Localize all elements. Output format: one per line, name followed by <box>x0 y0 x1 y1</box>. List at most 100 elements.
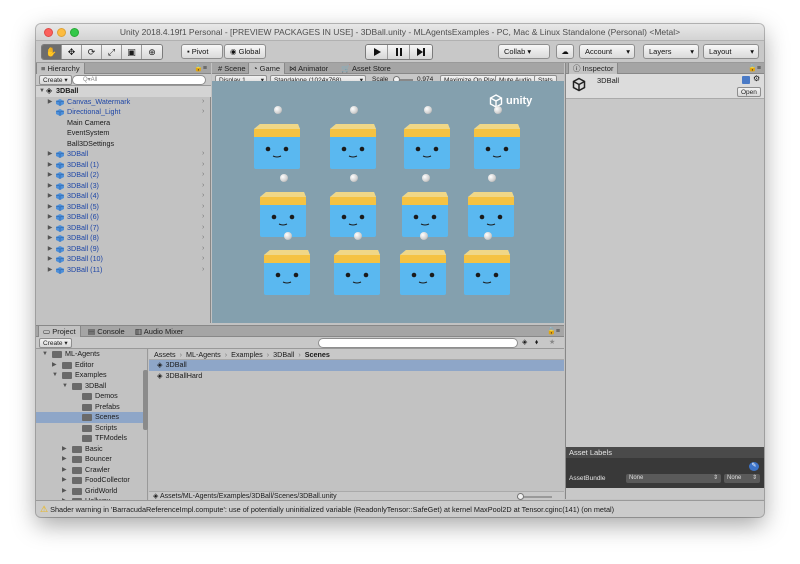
pivot-toggle[interactable]: ▪ Pivot <box>181 44 223 59</box>
panel-menu-icon[interactable]: 🔒≡ <box>748 63 761 74</box>
hierarchy-item[interactable]: ▶ 3DBall (11) › <box>36 265 211 276</box>
prefab-open-chevron-icon[interactable]: › <box>202 254 204 265</box>
expand-arrow-icon[interactable]: ▶ <box>62 475 67 486</box>
minimize-window-button[interactable] <box>57 28 66 37</box>
cloud-icon[interactable]: ☁ <box>556 44 574 59</box>
create-dropdown[interactable]: Create ▾ <box>39 75 72 85</box>
expand-arrow-icon[interactable]: ▶ <box>46 254 54 265</box>
hierarchy-item[interactable]: Main Camera <box>36 118 211 129</box>
prefab-open-chevron-icon[interactable]: › <box>202 170 204 181</box>
breadcrumb-item[interactable]: ML-Agents <box>186 350 221 359</box>
tab-game[interactable]: ◔ Game <box>248 63 286 74</box>
expand-arrow-icon[interactable]: ▼ <box>62 381 68 392</box>
filter-label-icon[interactable]: ⬧ <box>535 337 538 348</box>
hierarchy-item[interactable]: ▶ 3DBall (2) › <box>36 170 211 181</box>
scene-file-item[interactable]: ◈ 3DBall <box>149 360 564 371</box>
account-dropdown[interactable]: Account ▾ <box>579 44 635 59</box>
expand-arrow-icon[interactable]: ▶ <box>62 444 67 455</box>
rect-tool-icon[interactable]: ▣ <box>122 45 142 59</box>
expand-arrow-icon[interactable]: ▼ <box>42 349 48 360</box>
status-bar[interactable]: ⚠ Shader warning in 'BarracudaReferenceI… <box>36 500 764 517</box>
prefab-open-chevron-icon[interactable]: › <box>202 265 204 276</box>
expand-arrow-icon[interactable]: ▼ <box>38 86 46 97</box>
hierarchy-item[interactable]: ▶ Canvas_Watermark › <box>36 97 211 108</box>
panel-menu-icon[interactable]: 🔒≡ <box>547 326 560 337</box>
expand-arrow-icon[interactable]: ▶ <box>62 465 67 476</box>
expand-arrow-icon[interactable]: ▶ <box>52 360 57 371</box>
expand-arrow-icon[interactable]: ▼ <box>52 370 58 381</box>
project-folder[interactable]: TFModels <box>36 433 147 444</box>
tab-project[interactable]: ▭ Project <box>38 326 81 337</box>
play-button[interactable] <box>366 45 388 59</box>
hierarchy-item[interactable]: ▶ 3DBall (3) › <box>36 181 211 192</box>
expand-arrow-icon[interactable]: ▶ <box>46 244 54 255</box>
breadcrumb-item[interactable]: Assets <box>154 350 176 359</box>
hierarchy-item[interactable]: ▶ 3DBall (10) › <box>36 254 211 265</box>
hierarchy-search-input[interactable]: Q▾All <box>72 75 206 85</box>
project-create-dropdown[interactable]: Create ▾ <box>39 338 72 348</box>
expand-arrow-icon[interactable]: ▶ <box>46 170 54 181</box>
scene-file-item[interactable]: ◈ 3DBallHard <box>149 371 564 382</box>
hierarchy-item[interactable]: ▶ 3DBall (7) › <box>36 223 211 234</box>
asset-labels-header[interactable]: Asset Labels <box>566 447 764 458</box>
project-folder[interactable]: ▼ 3DBall <box>36 381 147 392</box>
tab-hierarchy[interactable]: ≡ Hierarchy <box>36 63 85 74</box>
label-tag-icon[interactable]: ✎ <box>749 462 759 471</box>
project-folder[interactable]: ▶ FoodCollector <box>36 475 147 486</box>
project-folder[interactable]: ▶ Editor <box>36 360 147 371</box>
expand-arrow-icon[interactable]: ▶ <box>62 486 67 497</box>
expand-arrow-icon[interactable]: ▶ <box>46 160 54 171</box>
global-toggle[interactable]: ◉ Global <box>224 44 266 59</box>
tab-audio-mixer[interactable]: ▥ Audio Mixer <box>131 326 187 337</box>
expand-arrow-icon[interactable]: ▶ <box>46 212 54 223</box>
prefab-open-chevron-icon[interactable]: › <box>202 107 204 118</box>
pause-button[interactable] <box>388 45 410 59</box>
hierarchy-item[interactable]: ▶ 3DBall (1) › <box>36 160 211 171</box>
breadcrumb-item[interactable]: 3DBall <box>273 350 294 359</box>
project-folder[interactable]: ▶ Crawler <box>36 465 147 476</box>
project-folder[interactable]: Scenes <box>36 412 147 423</box>
hierarchy-item[interactable]: ▶ 3DBall (4) › <box>36 191 211 202</box>
prefab-open-chevron-icon[interactable]: › <box>202 244 204 255</box>
breadcrumb-item[interactable]: Examples <box>231 350 263 359</box>
tab-console[interactable]: ▤ Console <box>84 326 129 337</box>
tab-inspector[interactable]: ⓘ Inspector <box>568 63 619 74</box>
layers-dropdown[interactable]: Layers ▾ <box>643 44 699 59</box>
asset-variant-dropdown[interactable]: None ⇕ <box>724 474 760 483</box>
prefab-open-chevron-icon[interactable]: › <box>202 212 204 223</box>
hierarchy-item[interactable]: ▶ 3DBall (9) › <box>36 244 211 255</box>
tree-scrollbar[interactable] <box>143 370 148 430</box>
project-folder[interactable]: ▼ ML-Agents <box>36 349 147 360</box>
scene-root[interactable]: ▼ ◈ 3DBall <box>36 86 211 97</box>
project-folder[interactable]: Scripts <box>36 423 147 434</box>
asset-bundle-dropdown[interactable]: None ⇕ <box>626 474 721 483</box>
expand-arrow-icon[interactable]: ▶ <box>46 149 54 160</box>
tab-asset-store[interactable]: 🛒 Asset Store <box>337 63 395 74</box>
help-book-icon[interactable] <box>742 76 750 84</box>
hierarchy-item[interactable]: Directional_Light › <box>36 107 211 118</box>
breadcrumb-item[interactable]: Scenes <box>305 350 330 359</box>
icon-size-slider[interactable] <box>517 493 552 500</box>
tab-scene[interactable]: # Scene <box>214 63 250 74</box>
hierarchy-item[interactable]: EventSystem <box>36 128 211 139</box>
transform-tool-icon[interactable]: ⊕ <box>142 45 162 59</box>
expand-arrow-icon[interactable]: ▶ <box>46 97 54 108</box>
prefab-open-chevron-icon[interactable]: › <box>202 97 204 108</box>
prefab-open-chevron-icon[interactable]: › <box>202 202 204 213</box>
hierarchy-item[interactable]: ▶ 3DBall (6) › <box>36 212 211 223</box>
project-folder[interactable]: ▶ Bouncer <box>36 454 147 465</box>
project-search-input[interactable] <box>318 338 518 348</box>
project-folder[interactable]: ▶ Basic <box>36 444 147 455</box>
prefab-open-chevron-icon[interactable]: › <box>202 181 204 192</box>
collab-dropdown[interactable]: Collab ▾ <box>498 44 550 59</box>
panel-menu-icon[interactable]: 🔒≡ <box>194 63 207 74</box>
prefab-open-chevron-icon[interactable]: › <box>202 223 204 234</box>
project-folder[interactable]: ▼ Examples <box>36 370 147 381</box>
expand-arrow-icon[interactable]: ▶ <box>46 191 54 202</box>
hierarchy-item[interactable]: Ball3DSettings <box>36 139 211 150</box>
tab-animator[interactable]: ⋈ Animator <box>285 63 332 74</box>
rotate-tool-icon[interactable]: ⟳ <box>82 45 102 59</box>
expand-arrow-icon[interactable]: ▶ <box>46 233 54 244</box>
expand-arrow-icon[interactable]: ▶ <box>46 265 54 276</box>
expand-arrow-icon[interactable]: ▶ <box>46 223 54 234</box>
